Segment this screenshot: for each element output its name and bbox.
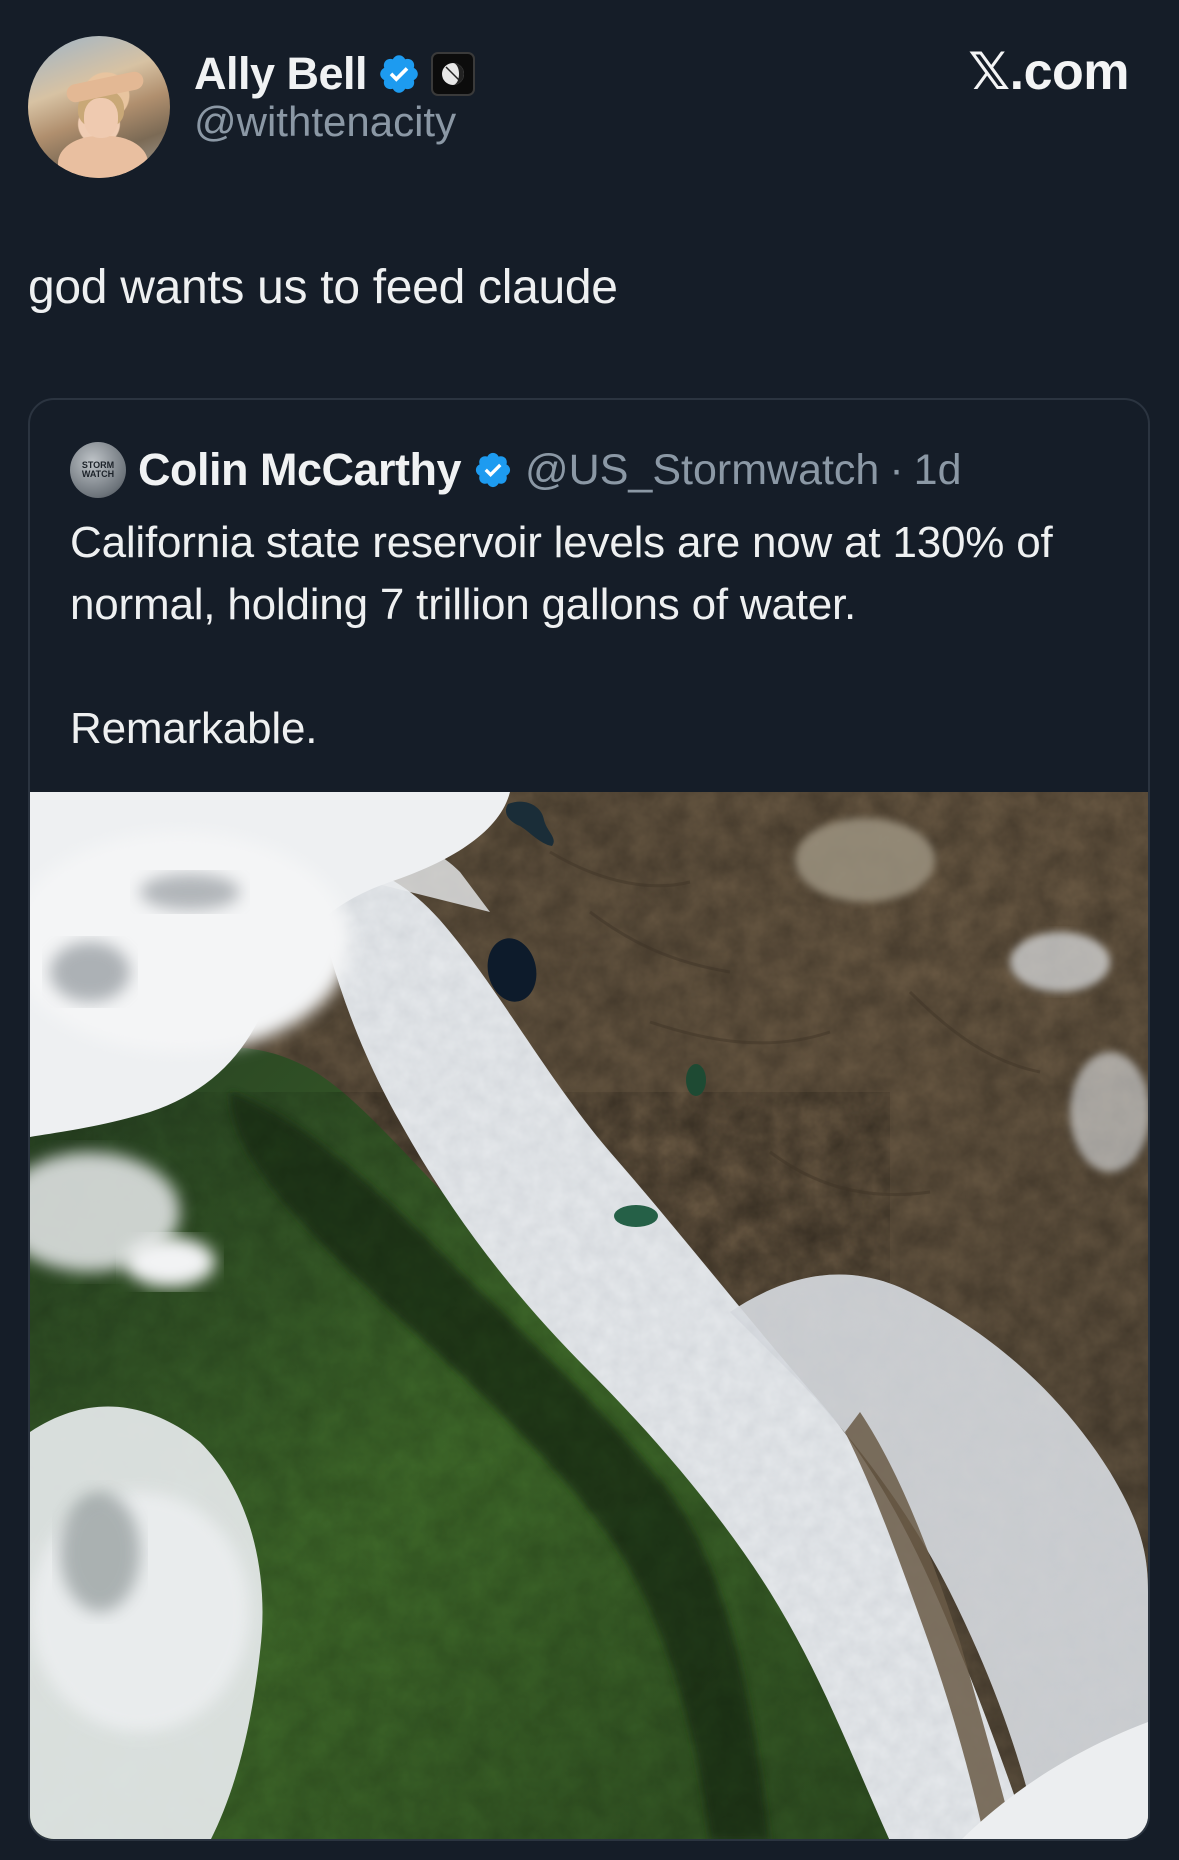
quote-verified-badge-icon [475, 452, 511, 488]
screenshot-page: Ally Bell @withtenacity 𝕏.com god wants … [0, 0, 1179, 1860]
author-display-name[interactable]: Ally Bell [194, 48, 368, 100]
post-text: god wants us to feed claude [28, 261, 618, 314]
quote-text-paragraph-2: Remarkable. [70, 704, 318, 753]
quote-author-display-name[interactable]: Colin McCarthy [138, 444, 462, 496]
author-handle[interactable]: @withtenacity [194, 98, 456, 146]
quote-text: California state reservoir levels are no… [70, 512, 1110, 760]
quote-avatar-text: STORM WATCH [81, 460, 115, 479]
x-brand-logo: 𝕏.com [968, 43, 1129, 101]
post-header: Ally Bell @withtenacity 𝕏.com [28, 36, 1151, 186]
quote-text-spacer [70, 636, 1110, 698]
quote-timestamp[interactable]: 1d [914, 446, 962, 495]
satellite-image-drawing [30, 792, 1148, 1839]
author-name-row: Ally Bell [194, 44, 476, 104]
avatar-body-shape [58, 136, 148, 178]
affiliate-badge-icon[interactable] [431, 52, 476, 96]
quote-author-handle[interactable]: @US_Stormwatch [525, 446, 879, 495]
author-avatar[interactable] [28, 36, 170, 178]
quote-header: STORM WATCH Colin McCarthy @US_Stormwatc… [70, 440, 962, 500]
affiliate-logo-icon [442, 63, 465, 85]
quoted-post-card[interactable]: STORM WATCH Colin McCarthy @US_Stormwatc… [28, 398, 1150, 1841]
quote-author-avatar[interactable]: STORM WATCH [70, 442, 126, 498]
quote-separator: · [889, 445, 904, 494]
satellite-image[interactable] [30, 792, 1148, 1839]
quote-text-paragraph-1: California state reservoir levels are no… [70, 518, 1053, 629]
avatar-face-shape [84, 98, 118, 138]
verified-badge-icon [380, 55, 418, 93]
